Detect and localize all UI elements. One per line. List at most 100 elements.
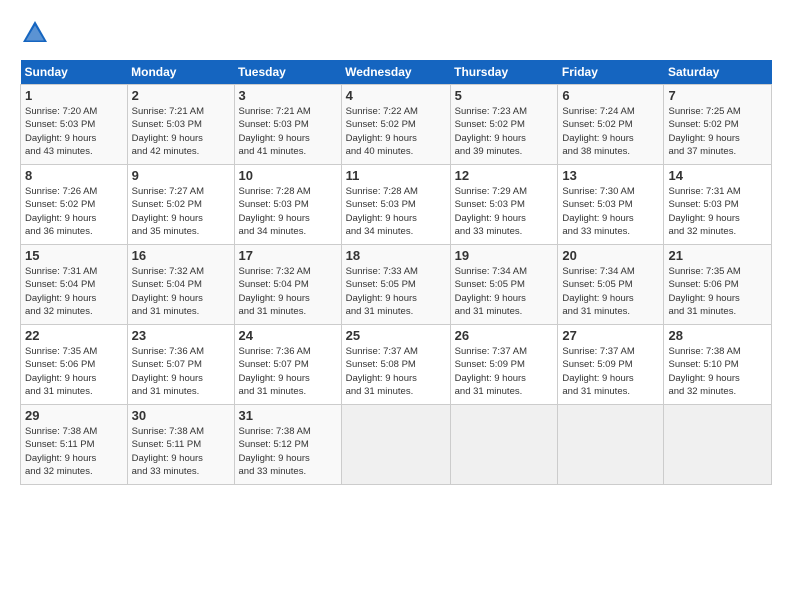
calendar-cell: [664, 405, 772, 485]
day-info: Sunrise: 7:38 AM Sunset: 5:10 PM Dayligh…: [668, 345, 767, 398]
day-info: Sunrise: 7:22 AM Sunset: 5:02 PM Dayligh…: [346, 105, 446, 158]
header-day-saturday: Saturday: [664, 60, 772, 85]
day-info: Sunrise: 7:27 AM Sunset: 5:02 PM Dayligh…: [132, 185, 230, 238]
day-number: 13: [562, 168, 659, 183]
day-info: Sunrise: 7:38 AM Sunset: 5:12 PM Dayligh…: [239, 425, 337, 478]
calendar-cell: 13 Sunrise: 7:30 AM Sunset: 5:03 PM Dayli…: [558, 165, 664, 245]
header-day-tuesday: Tuesday: [234, 60, 341, 85]
day-info: Sunrise: 7:37 AM Sunset: 5:09 PM Dayligh…: [455, 345, 554, 398]
header-row: SundayMondayTuesdayWednesdayThursdayFrid…: [21, 60, 772, 85]
header-day-sunday: Sunday: [21, 60, 128, 85]
day-info: Sunrise: 7:32 AM Sunset: 5:04 PM Dayligh…: [239, 265, 337, 318]
calendar-cell: 24 Sunrise: 7:36 AM Sunset: 5:07 PM Dayli…: [234, 325, 341, 405]
day-info: Sunrise: 7:34 AM Sunset: 5:05 PM Dayligh…: [562, 265, 659, 318]
day-info: Sunrise: 7:30 AM Sunset: 5:03 PM Dayligh…: [562, 185, 659, 238]
day-info: Sunrise: 7:20 AM Sunset: 5:03 PM Dayligh…: [25, 105, 123, 158]
day-number: 4: [346, 88, 446, 103]
page: SundayMondayTuesdayWednesdayThursdayFrid…: [0, 0, 792, 495]
calendar-cell: 30 Sunrise: 7:38 AM Sunset: 5:11 PM Dayli…: [127, 405, 234, 485]
day-number: 29: [25, 408, 123, 423]
week-row-4: 22 Sunrise: 7:35 AM Sunset: 5:06 PM Dayli…: [21, 325, 772, 405]
day-info: Sunrise: 7:38 AM Sunset: 5:11 PM Dayligh…: [132, 425, 230, 478]
calendar-cell: 18Sunrise: 7:33 AM Sunset: 5:05 PM Dayli…: [341, 245, 450, 325]
day-number: 21: [668, 248, 767, 263]
day-number: 23: [132, 328, 230, 343]
day-number: 10: [239, 168, 337, 183]
day-number: 28: [668, 328, 767, 343]
calendar-cell: 25 Sunrise: 7:37 AM Sunset: 5:08 PM Dayli…: [341, 325, 450, 405]
day-number: 25: [346, 328, 446, 343]
day-number: 2: [132, 88, 230, 103]
week-row-5: 29 Sunrise: 7:38 AM Sunset: 5:11 PM Dayli…: [21, 405, 772, 485]
calendar-cell: 23 Sunrise: 7:36 AM Sunset: 5:07 PM Dayli…: [127, 325, 234, 405]
week-row-2: 8Sunrise: 7:26 AM Sunset: 5:02 PM Daylig…: [21, 165, 772, 245]
day-number: 15: [25, 248, 123, 263]
calendar-cell: 15 Sunrise: 7:31 AM Sunset: 5:04 PM Dayli…: [21, 245, 128, 325]
calendar-cell: 22 Sunrise: 7:35 AM Sunset: 5:06 PM Dayli…: [21, 325, 128, 405]
day-info: Sunrise: 7:24 AM Sunset: 5:02 PM Dayligh…: [562, 105, 659, 158]
calendar-cell: 16 Sunrise: 7:32 AM Sunset: 5:04 PM Dayli…: [127, 245, 234, 325]
day-number: 6: [562, 88, 659, 103]
day-number: 3: [239, 88, 337, 103]
day-info: Sunrise: 7:33 AM Sunset: 5:05 PM Dayligh…: [346, 265, 446, 318]
calendar-table: SundayMondayTuesdayWednesdayThursdayFrid…: [20, 60, 772, 485]
day-info: Sunrise: 7:35 AM Sunset: 5:06 PM Dayligh…: [25, 345, 123, 398]
day-number: 1: [25, 88, 123, 103]
day-number: 16: [132, 248, 230, 263]
day-info: Sunrise: 7:25 AM Sunset: 5:02 PM Dayligh…: [668, 105, 767, 158]
day-info: Sunrise: 7:28 AM Sunset: 5:03 PM Dayligh…: [346, 185, 446, 238]
day-info: Sunrise: 7:35 AM Sunset: 5:06 PM Dayligh…: [668, 265, 767, 318]
calendar-cell: 9Sunrise: 7:27 AM Sunset: 5:02 PM Daylig…: [127, 165, 234, 245]
day-info: Sunrise: 7:36 AM Sunset: 5:07 PM Dayligh…: [239, 345, 337, 398]
calendar-cell: 31 Sunrise: 7:38 AM Sunset: 5:12 PM Dayli…: [234, 405, 341, 485]
day-info: Sunrise: 7:32 AM Sunset: 5:04 PM Dayligh…: [132, 265, 230, 318]
week-row-1: 1 Sunrise: 7:20 AM Sunset: 5:03 PM Daylig…: [21, 85, 772, 165]
calendar-cell: [450, 405, 558, 485]
day-info: Sunrise: 7:31 AM Sunset: 5:04 PM Dayligh…: [25, 265, 123, 318]
calendar-cell: 14Sunrise: 7:31 AM Sunset: 5:03 PM Dayli…: [664, 165, 772, 245]
day-number: 27: [562, 328, 659, 343]
calendar-cell: 4 Sunrise: 7:22 AM Sunset: 5:02 PM Daylig…: [341, 85, 450, 165]
day-info: Sunrise: 7:26 AM Sunset: 5:02 PM Dayligh…: [25, 185, 123, 238]
day-number: 19: [455, 248, 554, 263]
calendar-cell: 11 Sunrise: 7:28 AM Sunset: 5:03 PM Dayli…: [341, 165, 450, 245]
day-number: 26: [455, 328, 554, 343]
calendar-cell: 7 Sunrise: 7:25 AM Sunset: 5:02 PM Daylig…: [664, 85, 772, 165]
day-number: 30: [132, 408, 230, 423]
day-number: 5: [455, 88, 554, 103]
calendar-cell: 21 Sunrise: 7:35 AM Sunset: 5:06 PM Dayli…: [664, 245, 772, 325]
day-info: Sunrise: 7:21 AM Sunset: 5:03 PM Dayligh…: [132, 105, 230, 158]
day-info: Sunrise: 7:31 AM Sunset: 5:03 PM Dayligh…: [668, 185, 767, 238]
day-info: Sunrise: 7:29 AM Sunset: 5:03 PM Dayligh…: [455, 185, 554, 238]
logo: [20, 18, 54, 48]
day-number: 24: [239, 328, 337, 343]
calendar-cell: 2 Sunrise: 7:21 AM Sunset: 5:03 PM Daylig…: [127, 85, 234, 165]
day-info: Sunrise: 7:34 AM Sunset: 5:05 PM Dayligh…: [455, 265, 554, 318]
calendar-cell: 6 Sunrise: 7:24 AM Sunset: 5:02 PM Daylig…: [558, 85, 664, 165]
logo-icon: [20, 18, 50, 48]
calendar-cell: 26 Sunrise: 7:37 AM Sunset: 5:09 PM Dayli…: [450, 325, 558, 405]
calendar-cell: 20 Sunrise: 7:34 AM Sunset: 5:05 PM Dayli…: [558, 245, 664, 325]
header: [20, 18, 772, 48]
calendar-cell: 10Sunrise: 7:28 AM Sunset: 5:03 PM Dayli…: [234, 165, 341, 245]
calendar-cell: [341, 405, 450, 485]
calendar-cell: 17Sunrise: 7:32 AM Sunset: 5:04 PM Dayli…: [234, 245, 341, 325]
calendar-cell: 27Sunrise: 7:37 AM Sunset: 5:09 PM Dayli…: [558, 325, 664, 405]
day-number: 22: [25, 328, 123, 343]
day-info: Sunrise: 7:37 AM Sunset: 5:08 PM Dayligh…: [346, 345, 446, 398]
calendar-cell: 8Sunrise: 7:26 AM Sunset: 5:02 PM Daylig…: [21, 165, 128, 245]
day-number: 11: [346, 168, 446, 183]
day-number: 7: [668, 88, 767, 103]
calendar-cell: 29Sunrise: 7:38 AM Sunset: 5:11 PM Dayli…: [21, 405, 128, 485]
day-number: 31: [239, 408, 337, 423]
calendar-cell: 3Sunrise: 7:21 AM Sunset: 5:03 PM Daylig…: [234, 85, 341, 165]
week-row-3: 15 Sunrise: 7:31 AM Sunset: 5:04 PM Dayli…: [21, 245, 772, 325]
day-number: 20: [562, 248, 659, 263]
header-day-thursday: Thursday: [450, 60, 558, 85]
calendar-cell: 28 Sunrise: 7:38 AM Sunset: 5:10 PM Dayli…: [664, 325, 772, 405]
day-info: Sunrise: 7:36 AM Sunset: 5:07 PM Dayligh…: [132, 345, 230, 398]
header-day-wednesday: Wednesday: [341, 60, 450, 85]
calendar-cell: [558, 405, 664, 485]
header-day-monday: Monday: [127, 60, 234, 85]
header-day-friday: Friday: [558, 60, 664, 85]
